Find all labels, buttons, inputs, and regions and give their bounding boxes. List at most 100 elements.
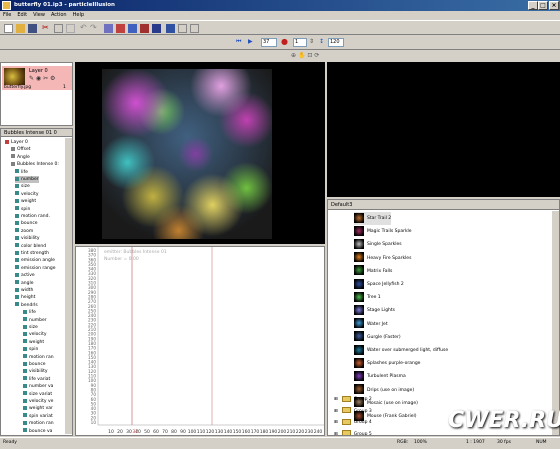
tree-item[interactable]: spin — [15, 206, 30, 213]
deflector-icon[interactable] — [116, 24, 125, 33]
tree-item[interactable]: active — [15, 272, 35, 279]
library-item[interactable]: Splashes purple-orange — [354, 357, 420, 370]
tree-item[interactable]: zoom — [15, 228, 33, 235]
menu-view[interactable]: View — [30, 11, 48, 19]
library-item[interactable]: Turbulent Plasma — [354, 370, 406, 383]
tree-item[interactable]: spin — [23, 346, 38, 353]
library-item[interactable]: Water over submerged light, diffuse — [354, 344, 448, 357]
cut-icon[interactable]: ✂ — [42, 24, 51, 33]
zoom-icon[interactable]: ⊕ — [291, 52, 296, 59]
tree-item[interactable]: bounce — [15, 220, 38, 227]
tree-item[interactable]: visibility — [15, 235, 40, 242]
fps-field[interactable]: 120 — [328, 38, 344, 47]
library-item[interactable]: Water Jet — [354, 318, 388, 331]
emitter-icon[interactable] — [104, 24, 113, 33]
library-item[interactable]: Gurgle (Faster) — [354, 331, 401, 344]
fps-icon[interactable]: ↕ — [319, 38, 328, 47]
step-field[interactable]: 1 — [293, 38, 307, 47]
tree-item[interactable]: tint strength — [15, 250, 49, 257]
menu-action[interactable]: Action — [48, 11, 70, 19]
spin-icon[interactable]: ⇕ — [309, 38, 318, 47]
tree-item[interactable]: color blend — [15, 243, 46, 250]
menu-help[interactable]: Help — [70, 11, 87, 19]
stage-icon[interactable] — [166, 24, 175, 33]
tree-item[interactable]: motion ran — [23, 420, 54, 427]
tree-item[interactable]: number va — [23, 383, 53, 390]
force-icon[interactable] — [140, 24, 149, 33]
play-icon[interactable]: ▶ — [248, 38, 257, 47]
tree-item[interactable]: life variat — [23, 376, 50, 383]
tree-item[interactable]: visibility — [23, 368, 48, 375]
tree-item[interactable]: size variat — [23, 391, 52, 398]
view-icon[interactable] — [190, 24, 199, 33]
tree-item[interactable]: size — [23, 324, 38, 331]
library-scrollbar[interactable] — [552, 211, 559, 435]
tree-item[interactable]: emission angle — [15, 257, 55, 264]
tree-item[interactable]: velocity — [15, 191, 39, 198]
tree-item[interactable]: motion ran — [23, 354, 54, 361]
tree-item[interactable]: Angle — [11, 154, 30, 161]
tree-item[interactable]: weight — [23, 339, 44, 346]
library-group[interactable]: ⊞ Group 3 — [334, 406, 372, 417]
frame-field[interactable]: 37 — [261, 38, 277, 47]
tree-item[interactable]: Layer 0 — [5, 139, 28, 146]
layer-icon[interactable] — [152, 24, 161, 33]
expand-icon[interactable]: ⊞ — [334, 397, 338, 402]
library-item[interactable]: Tree 1 — [354, 291, 381, 304]
library-header[interactable]: Default3 — [328, 200, 559, 210]
tree-item[interactable]: spin variat — [23, 413, 53, 420]
tree-item[interactable]: velocity ve — [23, 398, 53, 405]
library-item[interactable]: Magic Trails Sparkle — [354, 225, 412, 238]
paste-icon[interactable] — [66, 24, 75, 33]
layer-row[interactable]: Layer 0 ✎ ◉ ✂ ⚙ butterfly.jpg 1 — [2, 66, 72, 90]
tree-item[interactable]: Offset — [11, 146, 31, 153]
tree-item[interactable]: emission range — [15, 265, 55, 272]
library-group[interactable]: ⊞ Group 5 — [334, 429, 372, 436]
library-group[interactable]: ⊞ Group 2 — [334, 394, 372, 405]
layer-tools-icon[interactable]: ✎ ◉ ✂ ⚙ — [29, 75, 55, 82]
tree-item[interactable]: Bubbles Intense 0: — [11, 161, 59, 168]
redo-icon[interactable]: ↷ — [90, 24, 99, 33]
tree-item[interactable]: bounce va — [23, 428, 52, 435]
stage-canvas[interactable] — [75, 62, 325, 244]
tree-item[interactable]: velocity — [23, 331, 47, 338]
library-item[interactable]: Space Jellyfish 2 — [354, 278, 404, 291]
expand-icon[interactable]: ⊞ — [334, 432, 338, 436]
open-folder-icon[interactable] — [16, 24, 25, 33]
grid-icon[interactable] — [178, 24, 187, 33]
refresh-icon[interactable]: ⟳ — [314, 52, 319, 59]
tree-item[interactable]: life — [23, 309, 36, 316]
library-group[interactable]: ⊞ Group 4 — [334, 417, 372, 428]
tree-item[interactable]: number — [23, 317, 47, 324]
copy-icon[interactable] — [54, 24, 63, 33]
library-item[interactable]: Single Sparkles — [354, 238, 402, 251]
menu-file[interactable]: File — [0, 11, 14, 19]
rewind-icon[interactable]: ⏮ — [236, 38, 245, 47]
blocker-icon[interactable] — [128, 24, 137, 33]
library-item[interactable]: Heavy Fire Sparkles — [354, 252, 411, 265]
tree-item[interactable]: bounce — [23, 361, 46, 368]
tree-scrollbar[interactable] — [65, 138, 72, 434]
close-button[interactable]: × — [549, 1, 559, 10]
tree-item[interactable]: width — [15, 287, 33, 294]
fit-icon[interactable]: ⊡ — [307, 52, 312, 59]
library-item[interactable]: Matrix Falls — [354, 265, 392, 278]
save-icon[interactable] — [28, 24, 37, 33]
maximize-button[interactable]: □ — [538, 1, 548, 10]
library-item[interactable]: Star Trail 2 — [354, 212, 392, 225]
minimize-button[interactable]: _ — [528, 1, 538, 10]
tree-item[interactable]: size — [15, 183, 30, 190]
menu-edit[interactable]: Edit — [14, 11, 30, 19]
expand-icon[interactable]: ⊞ — [334, 409, 338, 414]
tree-item[interactable]: number — [15, 176, 39, 183]
tree-item[interactable]: motion rand. — [15, 213, 50, 220]
tree-item[interactable]: bendrls — [15, 302, 38, 309]
tree-item[interactable]: life — [15, 169, 28, 176]
tree-item[interactable]: weight var — [23, 405, 53, 412]
library-item[interactable]: Stage Lights — [354, 304, 395, 317]
hand-icon[interactable]: ✋ — [298, 52, 305, 59]
expand-icon[interactable]: ⊞ — [334, 420, 338, 425]
tree-item[interactable]: height — [15, 294, 35, 301]
undo-icon[interactable]: ↶ — [80, 24, 89, 33]
tree-item[interactable]: angle — [15, 280, 34, 287]
